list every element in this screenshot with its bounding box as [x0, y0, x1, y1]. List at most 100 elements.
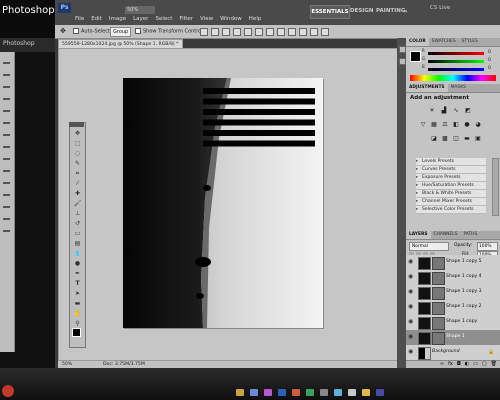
pen-tool-icon[interactable]: ✒	[71, 269, 84, 278]
layer-name[interactable]: Shape 1 copy 4	[446, 274, 482, 279]
layer-name[interactable]: Background	[432, 349, 460, 354]
foreground-color-swatch[interactable]	[72, 328, 81, 337]
link-layers-icon[interactable]: ∞	[440, 361, 444, 368]
layer-row[interactable]: ◉ Shape 1 copy 2	[406, 300, 500, 316]
layer-style-icon[interactable]: fx	[448, 361, 453, 368]
dodge-tool-icon[interactable]: ●	[71, 259, 84, 268]
preset-hue-saturation[interactable]: ▸ Hue/Saturation Presets	[416, 182, 486, 190]
tab-paths[interactable]: PATHS	[460, 231, 480, 239]
layer-row[interactable]: ◉ Shape 1 copy 3	[406, 285, 500, 301]
black-white-icon[interactable]: ◧	[452, 121, 460, 128]
threshold-icon[interactable]: ◫	[452, 135, 460, 142]
align-right-icon[interactable]	[255, 28, 263, 36]
visibility-eye-icon[interactable]: ◉	[408, 304, 415, 310]
lasso-tool-icon[interactable]: ◌	[71, 149, 84, 158]
type-tool-icon[interactable]: T	[71, 279, 84, 288]
brush-tool-icon[interactable]: 🖌	[71, 199, 84, 208]
vibrance-icon[interactable]: ▽	[419, 121, 427, 128]
image-canvas[interactable]	[123, 78, 323, 328]
menu-image[interactable]: Image	[109, 16, 126, 22]
visibility-eye-icon[interactable]: ◉	[408, 274, 415, 280]
zoom-tool-icon[interactable]: ⚲	[71, 319, 84, 328]
visibility-eye-icon[interactable]: ◉	[408, 319, 415, 325]
tab-swatches[interactable]: SWATCHES	[429, 38, 459, 46]
brightness-contrast-icon[interactable]: ☀	[428, 107, 436, 114]
preset-black-white[interactable]: ▸ Black & White Presets	[416, 190, 486, 198]
color-b-slider[interactable]	[428, 68, 484, 71]
shape-tool-icon[interactable]: ▬	[71, 299, 84, 308]
crop-tool-icon[interactable]: ⌗	[71, 169, 84, 178]
layer-name[interactable]: Shape 1 copy	[446, 319, 477, 324]
exposure-icon[interactable]: ◩	[464, 107, 472, 114]
layer-row[interactable]: ◉ Shape 1 copy 5	[406, 255, 500, 271]
taskbar-app-icon[interactable]	[264, 389, 272, 396]
taskbar-app-icon[interactable]	[250, 389, 258, 396]
distribute-middle-icon[interactable]	[277, 28, 285, 36]
properties-panel-icon[interactable]	[399, 58, 406, 65]
history-brush-tool-icon[interactable]: ↺	[71, 219, 84, 228]
zoom-level-select[interactable]: 50%	[125, 6, 155, 14]
show-transform-checkbox[interactable]: Show Transform Controls	[135, 28, 205, 35]
photo-filter-icon[interactable]: ●	[463, 121, 471, 128]
menu-filter[interactable]: Filter	[179, 16, 193, 22]
quick-select-tool-icon[interactable]: ✎	[71, 159, 84, 168]
path-selection-tool-icon[interactable]: ➤	[71, 289, 84, 298]
adjustment-layer-icon[interactable]: ◐	[465, 361, 469, 368]
layer-name[interactable]: Shape 1 copy 5	[446, 259, 482, 264]
taskbar-app-icon[interactable]	[320, 389, 328, 396]
align-left-icon[interactable]	[233, 28, 241, 36]
menu-help[interactable]: Help	[249, 16, 262, 22]
preset-channel-mixer[interactable]: ▸ Channel Mixer Presets	[416, 198, 486, 206]
posterize-icon[interactable]: ▩	[441, 135, 449, 142]
tab-adjustments[interactable]: ADJUSTMENTS	[406, 84, 448, 92]
layer-row[interactable]: ◉ Shape 1 copy 4	[406, 270, 500, 286]
preset-selective-color[interactable]: ▸ Selective Color Presets	[416, 206, 486, 214]
distribute-bottom-icon[interactable]	[288, 28, 296, 36]
gradient-tool-icon[interactable]: ▤	[71, 239, 84, 248]
clone-stamp-tool-icon[interactable]: ⊥	[71, 209, 84, 218]
align-bottom-icon[interactable]	[222, 28, 230, 36]
tools-panel-header[interactable]	[69, 122, 84, 127]
align-middle-icon[interactable]	[211, 28, 219, 36]
hue-saturation-icon[interactable]: ▦	[430, 121, 438, 128]
preset-levels[interactable]: ▸ Levels Presets	[416, 158, 486, 166]
color-r-slider[interactable]	[428, 52, 484, 55]
menu-select[interactable]: Select	[155, 16, 172, 22]
distribute-right-icon[interactable]	[321, 28, 329, 36]
tab-layers[interactable]: LAYERS	[406, 231, 431, 239]
align-center-icon[interactable]	[244, 28, 252, 36]
tab-color[interactable]: COLOR	[406, 38, 429, 46]
blend-mode-select[interactable]: Normal	[409, 242, 449, 251]
layer-row[interactable]: ◉ Shape 1 copy	[406, 315, 500, 331]
menu-window[interactable]: Window	[220, 16, 242, 22]
tab-styles[interactable]: STYLES	[459, 38, 481, 46]
distribute-center-icon[interactable]	[310, 28, 318, 36]
taskbar-app-icon[interactable]	[306, 389, 314, 396]
preset-curves[interactable]: ▸ Curves Presets	[416, 166, 486, 174]
preset-exposure[interactable]: ▸ Exposure Presets	[416, 174, 486, 182]
color-spectrum-bar[interactable]	[410, 75, 496, 81]
tab-channels[interactable]: CHANNELS	[431, 231, 461, 239]
channel-mixer-icon[interactable]: ◕	[474, 121, 482, 128]
cs-live-button[interactable]: CS Live	[430, 5, 450, 11]
new-group-icon[interactable]: ▭	[473, 361, 478, 368]
color-r-value[interactable]: 0	[488, 50, 491, 55]
taskbar-app-icon[interactable]	[292, 389, 300, 396]
taskbar-app-icon[interactable]	[348, 389, 356, 396]
layer-name[interactable]: Shape 1 copy 3	[446, 289, 482, 294]
workspace-essentials[interactable]: ESSENTIALS	[310, 5, 350, 19]
move-tool-icon[interactable]: ✥	[71, 129, 84, 138]
color-b-value[interactable]: 0	[488, 66, 491, 71]
levels-icon[interactable]: ▟	[440, 107, 448, 114]
eyedropper-tool-icon[interactable]: ⁄	[71, 179, 84, 188]
menu-edit[interactable]: Edit	[91, 16, 102, 22]
menu-layer[interactable]: Layer	[133, 16, 148, 22]
curves-icon[interactable]: ∿	[452, 107, 460, 114]
history-panel-icon[interactable]	[399, 46, 406, 53]
menu-file[interactable]: File	[75, 16, 84, 22]
layer-name[interactable]: Shape 1	[446, 334, 465, 339]
taskbar-app-icon[interactable]	[334, 389, 342, 396]
distribute-top-icon[interactable]	[266, 28, 274, 36]
gradient-map-icon[interactable]: ▬	[463, 135, 471, 142]
visibility-eye-icon[interactable]: ◉	[408, 289, 415, 295]
